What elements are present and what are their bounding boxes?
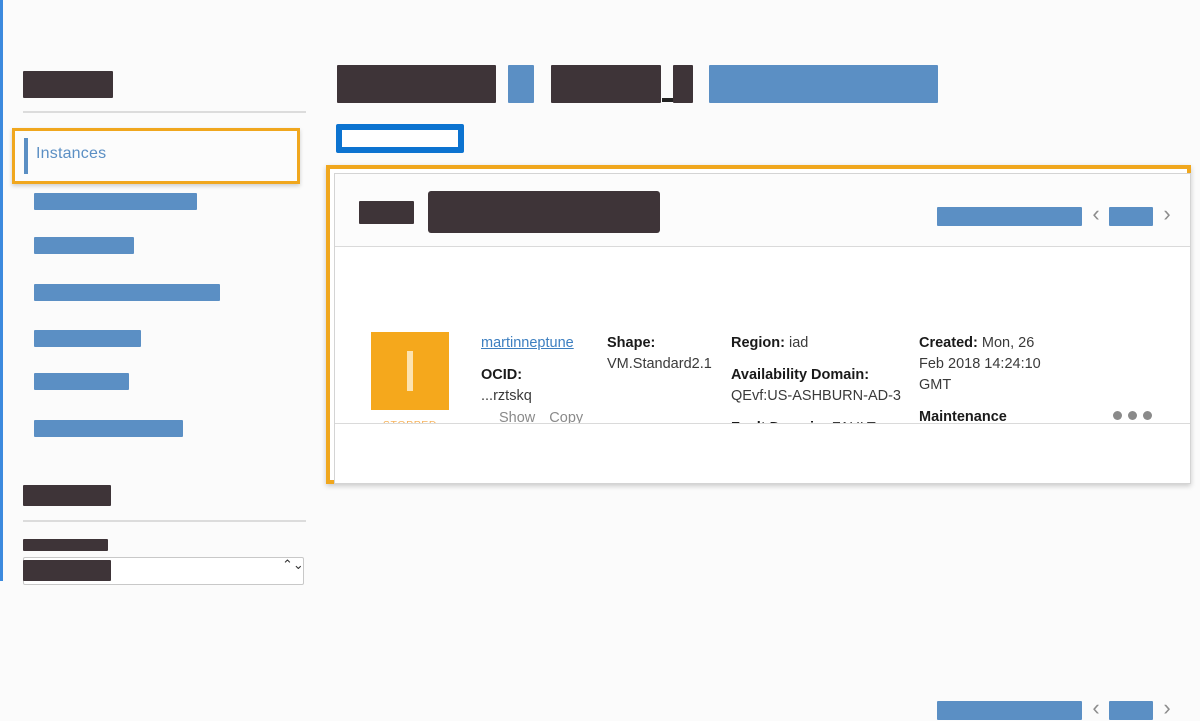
sidebar-link-item[interactable] [34,373,129,390]
availability-domain-value: QEvf:US-ASHBURN-AD-3 [731,388,901,404]
availability-domain-field: Availability Domain: QEvf:US-ASHBURN-AD-… [731,365,901,407]
instance-card-highlight: ‹ › STOPPED martinneptune OCID: ...rztsk… [326,165,1191,484]
toolbar-redacted-link[interactable] [508,65,534,103]
instance-shape-column: Shape: VM.Standard2.1 [607,333,707,386]
sidebar-select-value-redacted [23,560,111,581]
region-label: Region: [731,335,785,351]
sidebar-divider-bottom [23,520,306,522]
shape-value: VM.Standard2.1 [607,356,712,372]
region-field: Region: iad [731,333,901,354]
sidebar-section-heading-redacted [23,485,111,506]
sidebar-link-item[interactable] [34,193,197,210]
sidebar-divider-top [23,111,306,113]
pagination-next-icon[interactable]: › [1158,201,1176,227]
sidebar-active-accent-bar [24,138,28,174]
instance-status-tile [371,332,449,410]
pagination-page-redacted[interactable] [1109,701,1153,720]
ocid-label: OCID: [481,365,585,386]
card-header-label-redacted [359,201,414,224]
pagination-bottom: ‹ › [937,699,1179,721]
pagination-range-redacted [937,207,1082,226]
shape-field: Shape: VM.Standard2.1 [607,333,707,375]
toolbar-redacted-block [673,65,693,103]
card-footer: ‹ › [335,423,1190,483]
shape-label: Shape: [607,335,655,351]
created-label: Created: [919,335,978,351]
instance-name-link[interactable]: martinneptune [481,333,585,354]
more-actions-icon[interactable] [1113,407,1161,419]
card-header-title-redacted [428,191,660,233]
created-field: Created: Mon, 26 Feb 2018 14:24:10 GMT [919,333,1049,396]
kebab-dot [1143,411,1152,420]
toolbar-redacted-link[interactable] [709,65,938,103]
sidebar-title-redacted [23,71,113,98]
pagination-prev-icon[interactable]: ‹ [1087,201,1105,227]
pagination-next-icon[interactable]: › [1158,695,1176,721]
ocid-value: ...rztskq [481,386,585,407]
sidebar-link-item[interactable] [34,284,220,301]
pagination-page-redacted[interactable] [1109,207,1153,226]
pagination-range-redacted [937,701,1082,720]
sidebar-item-instances[interactable]: Instances [36,145,106,163]
availability-domain-label: Availability Domain: [731,367,869,383]
kebab-dot [1113,411,1122,420]
instance-card: ‹ › STOPPED martinneptune OCID: ...rztsk… [334,173,1191,484]
chevron-up-down-icon[interactable]: ⌃⌄ [282,560,296,570]
sidebar-field-label-redacted [23,539,108,551]
card-header: ‹ › [335,174,1190,247]
pagination-top: ‹ › [937,205,1179,227]
stopped-icon [407,351,413,391]
sidebar-link-item[interactable] [34,237,134,254]
primary-outline-button[interactable] [336,124,464,153]
toolbar-redacted-block [551,65,661,103]
pagination-prev-icon[interactable]: ‹ [1087,695,1105,721]
region-value: iad [789,335,808,351]
sidebar-link-item[interactable] [34,420,183,437]
sidebar: Instances ⌃⌄ [0,0,320,581]
instance-row: STOPPED martinneptune OCID: ...rztskq Sh… [335,247,1190,425]
toolbar-redacted-block [337,65,496,103]
sidebar-link-item[interactable] [34,330,141,347]
ocid-field: OCID: ...rztskq ShowCopy [481,365,585,429]
kebab-dot [1128,411,1137,420]
